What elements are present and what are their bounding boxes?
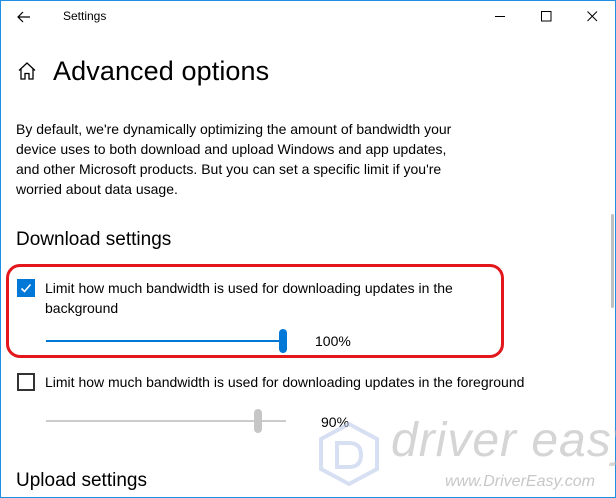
minimize-button[interactable] <box>477 1 523 32</box>
foreground-limit-label[interactable]: Limit how much bandwidth is used for dow… <box>45 372 605 392</box>
maximize-button[interactable] <box>523 1 569 32</box>
home-icon[interactable] <box>17 61 37 81</box>
watermark-brand: driver easy <box>391 414 616 467</box>
watermark: driver easy www.DriverEasy.com <box>315 414 616 495</box>
foreground-bandwidth-slider[interactable] <box>46 409 286 433</box>
back-button[interactable] <box>10 5 38 29</box>
background-limit-label[interactable]: Limit how much bandwidth is used for dow… <box>45 278 495 318</box>
scrollbar-thumb[interactable] <box>611 214 614 308</box>
checkmark-icon <box>20 283 32 293</box>
close-icon <box>587 11 598 22</box>
driver-easy-logo-icon <box>319 421 379 487</box>
description-text: By default, we're dynamically optimizing… <box>16 121 452 197</box>
foreground-limit-checkbox[interactable] <box>17 373 35 391</box>
maximize-icon <box>541 11 552 22</box>
minimize-icon <box>495 16 505 17</box>
background-bandwidth-slider[interactable] <box>46 329 287 353</box>
slider-thumb[interactable] <box>254 409 262 433</box>
page-title: Advanced options <box>53 56 270 86</box>
close-button[interactable] <box>569 1 615 32</box>
title-bar: Settings <box>1 1 615 32</box>
watermark-url: www.DriverEasy.com <box>445 473 595 490</box>
back-arrow-icon <box>17 11 30 23</box>
slider-track <box>46 420 286 422</box>
background-slider-value: 100% <box>315 333 351 349</box>
window-title: Settings <box>63 9 107 23</box>
background-limit-checkbox[interactable] <box>17 279 35 297</box>
download-settings-heading: Download settings <box>16 229 172 250</box>
slider-track <box>46 340 280 342</box>
slider-thumb[interactable] <box>279 329 287 353</box>
upload-settings-heading: Upload settings <box>16 470 147 491</box>
